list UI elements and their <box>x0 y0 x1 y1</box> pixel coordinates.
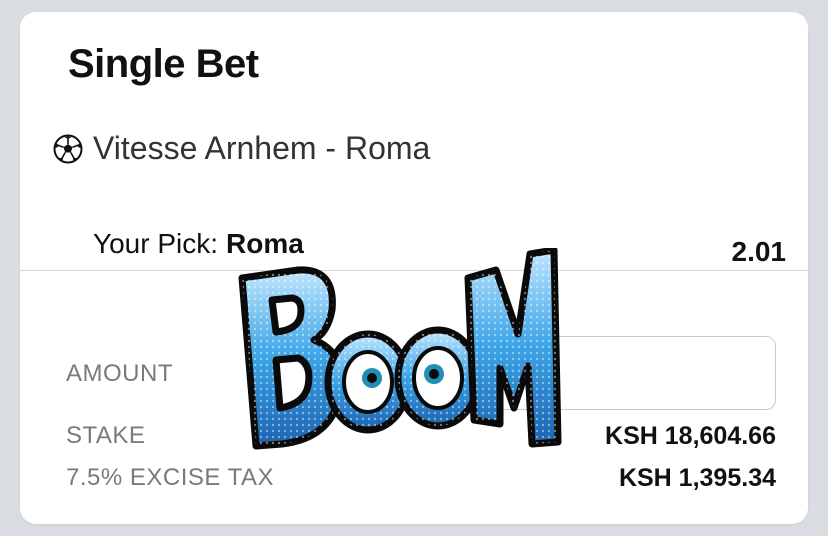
bet-slip-title: Single Bet <box>68 42 259 86</box>
excise-tax-value: KSH 1,395.34 <box>618 464 776 492</box>
stake-label: STAKE <box>66 422 146 449</box>
match-name: Vitesse Arnhem - Roma <box>93 130 431 166</box>
odds-value: 2.01 <box>731 236 787 267</box>
amount-label: AMOUNT <box>66 360 173 387</box>
soccer-ball-icon <box>53 134 83 164</box>
pick-label: Your Pick: <box>93 228 219 259</box>
boom-sticker <box>228 246 568 470</box>
stake-value: KSH 18,604.66 <box>605 422 776 450</box>
match-row: Vitesse Arnhem - Roma <box>53 130 430 167</box>
